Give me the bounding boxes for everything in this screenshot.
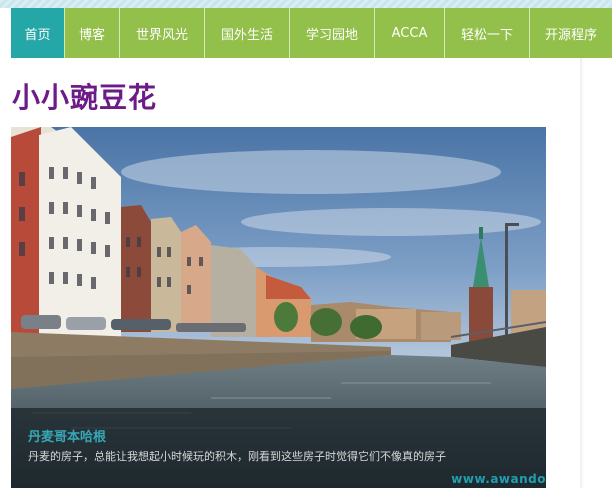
nav-item-home[interactable]: 首页: [11, 8, 65, 58]
nav-item-acca[interactable]: ACCA: [375, 8, 445, 58]
nav-item-relax[interactable]: 轻松一下: [445, 8, 530, 58]
slide-caption: 丹麦哥本哈根 丹麦的房子，总能让我想起小时候玩的积木，刚看到这些房子时觉得它们不…: [11, 408, 546, 488]
watermark: www.awando: [451, 472, 546, 486]
featured-slide[interactable]: 丹麦哥本哈根 丹麦的房子，总能让我想起小时候玩的积木，刚看到这些房子时觉得它们不…: [11, 127, 546, 488]
nav-item-world-scenery[interactable]: 世界风光: [120, 8, 205, 58]
right-sidebar-edge: [580, 58, 612, 488]
slide-description: 丹麦的房子，总能让我想起小时候玩的积木，刚看到这些房子时觉得它们不像真的房子: [28, 450, 446, 463]
nav-item-open-source[interactable]: 开源程序: [530, 8, 612, 58]
nav-item-blog[interactable]: 博客: [65, 8, 120, 58]
nav-item-study[interactable]: 学习园地: [290, 8, 375, 58]
main-nav: 首页 博客 世界风光 国外生活 学习园地 ACCA 轻松一下 开源程序: [11, 8, 612, 58]
slide-title-link[interactable]: 丹麦哥本哈根: [28, 426, 106, 445]
top-decor-strip: [0, 0, 612, 8]
site-title[interactable]: 小小豌豆花: [12, 80, 157, 116]
nav-item-life-abroad[interactable]: 国外生活: [205, 8, 290, 58]
